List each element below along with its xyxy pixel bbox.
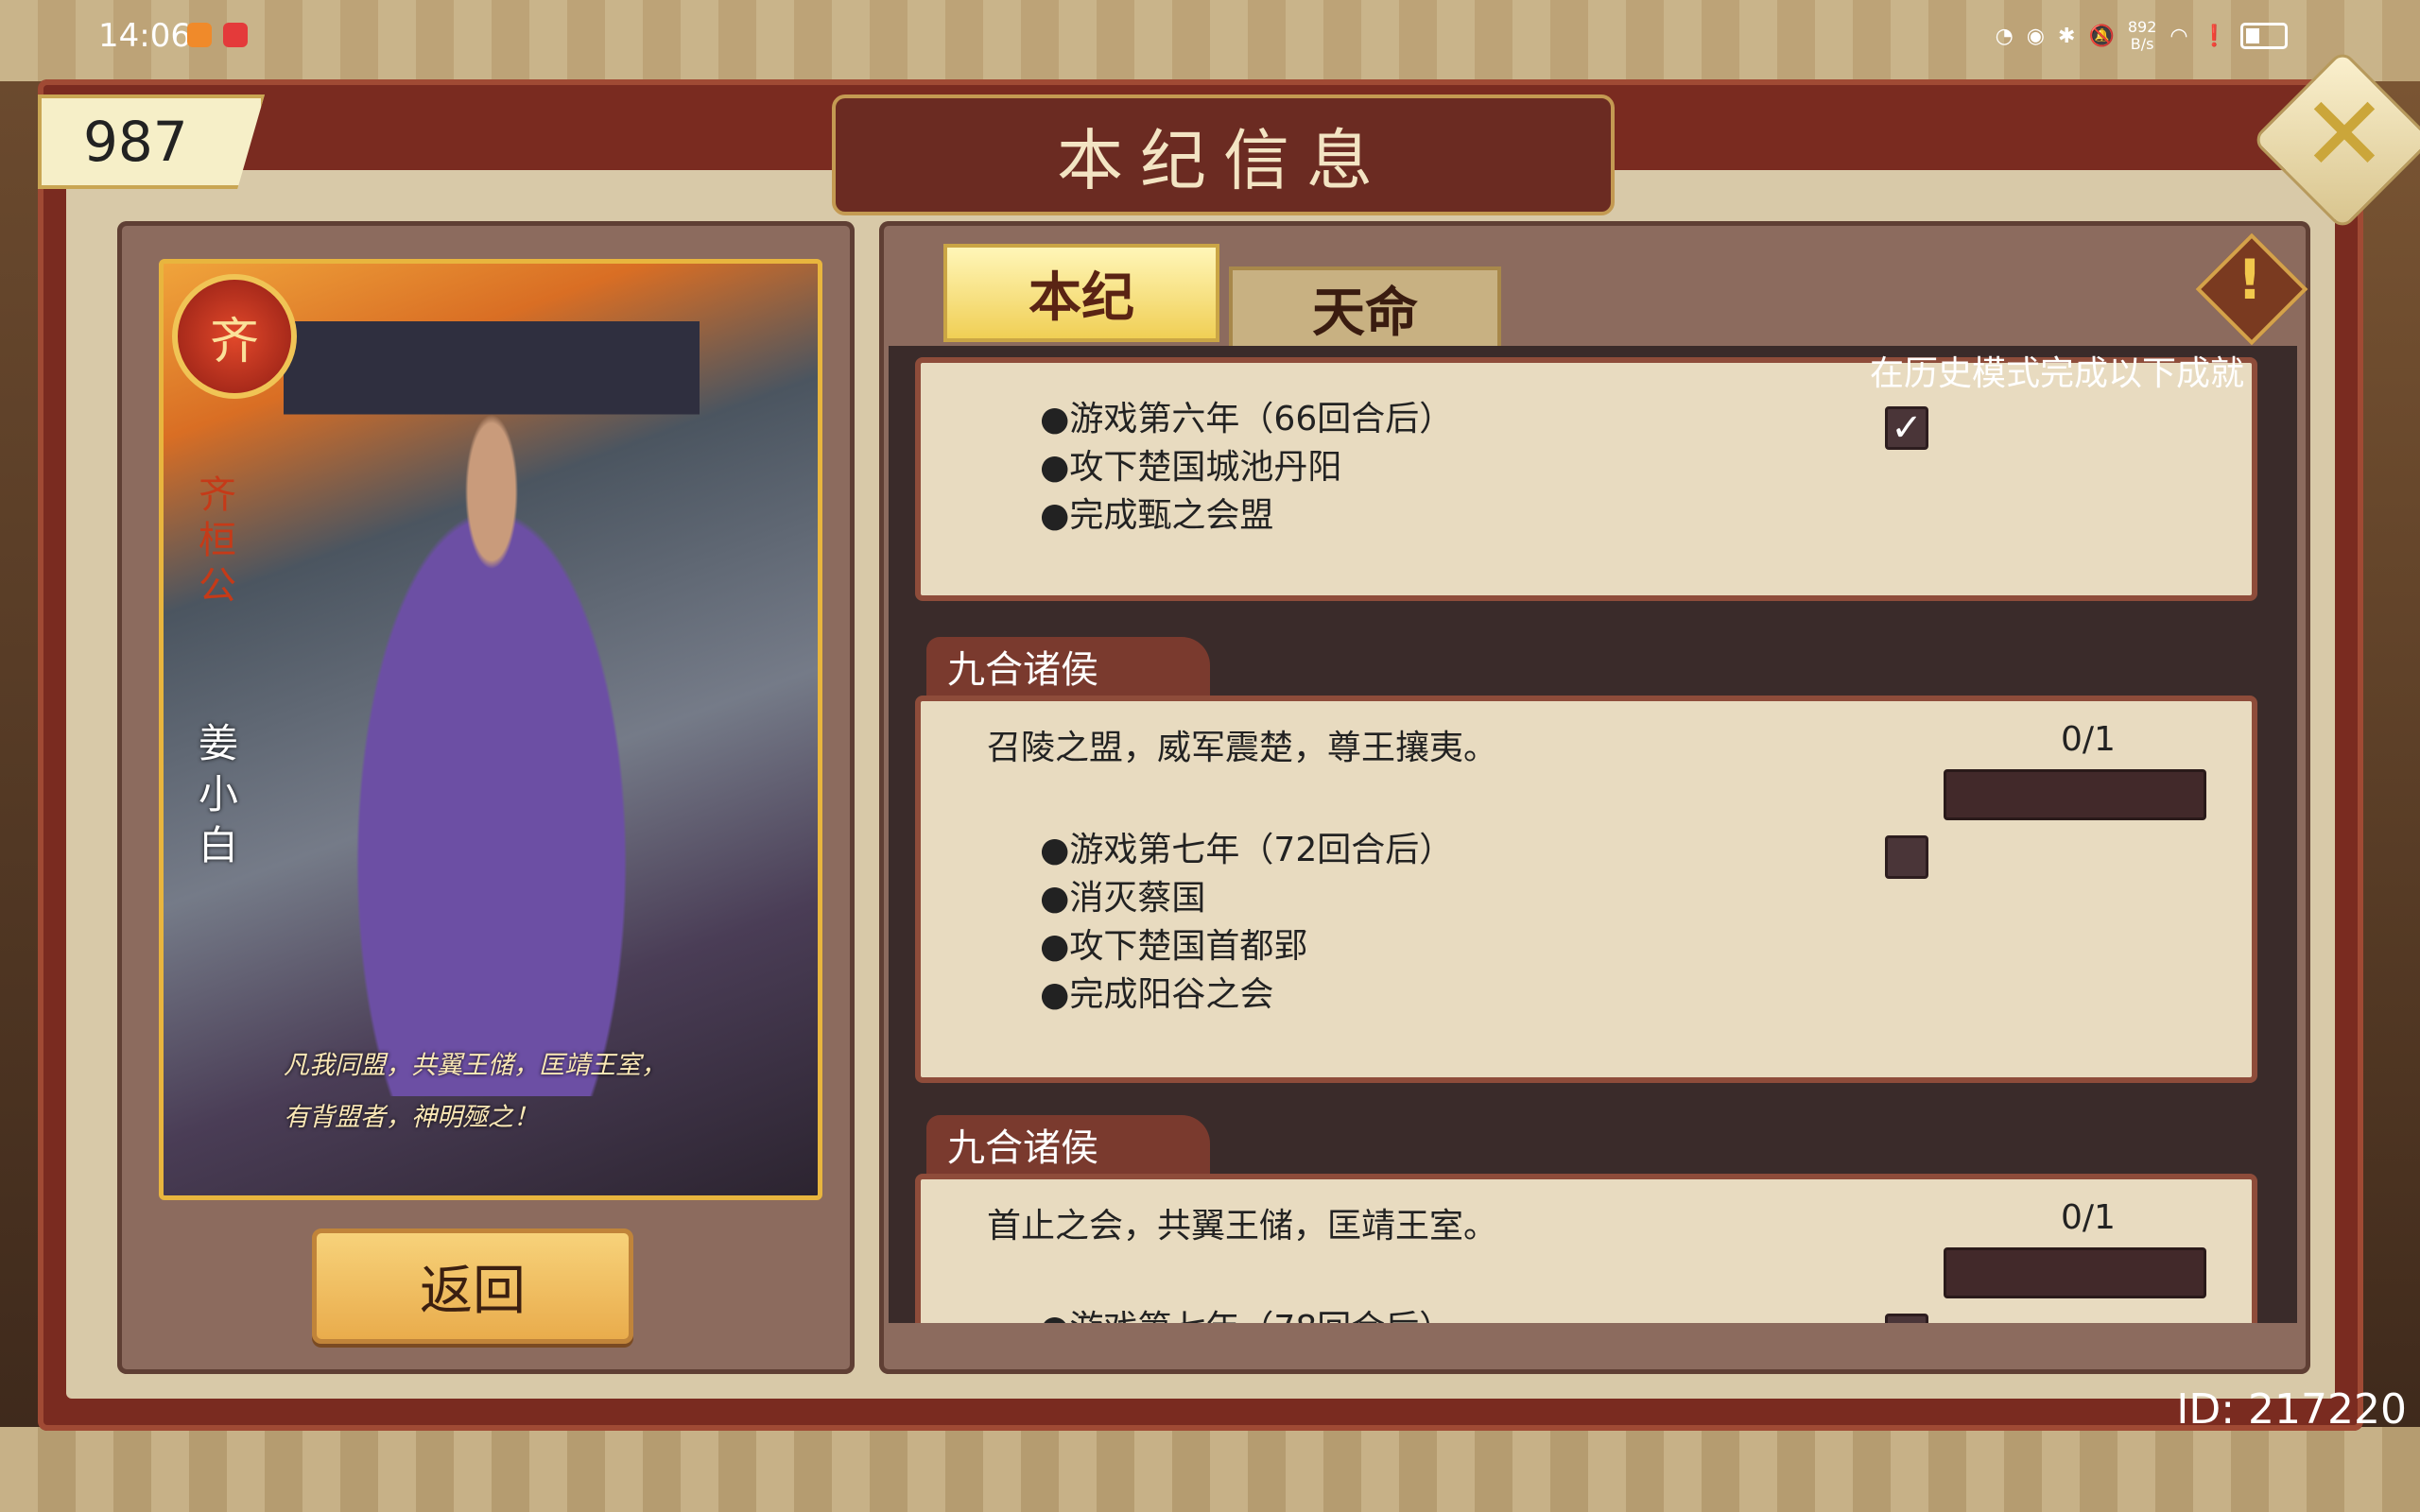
achievement-progress-bar — [1944, 1247, 2206, 1298]
condition-item: ●完成甄之会盟 — [1040, 496, 1274, 535]
general-name: 姜小白 — [199, 720, 239, 868]
achievement-checkbox[interactable] — [1885, 1314, 1928, 1323]
achievement-description: 召陵之盟，威军震楚，尊王攘夷。 — [987, 729, 1498, 767]
achievement-progress: 0/1 — [2061, 1198, 2116, 1237]
achievement-checkbox[interactable]: ✓ — [1885, 406, 1928, 450]
emblem-char: 齐 — [209, 313, 259, 370]
quote-line-2: 有背盟者，神明殛之！ — [284, 1103, 539, 1132]
achievement-progress: 0/1 — [2061, 720, 2116, 759]
tab-tianming[interactable]: 天命 — [1229, 266, 1501, 350]
general-portrait — [284, 321, 700, 1096]
net-speed: 892 B/s — [2128, 19, 2157, 53]
mute-icon: 🔕 — [2088, 24, 2115, 48]
bluetooth-icon: ✱ — [2058, 24, 2076, 48]
general-title: 齐桓公 — [199, 473, 236, 608]
bottom-backdrop — [0, 1427, 2420, 1512]
quote-line-1: 凡我同盟，共翼王储，匡靖王室， — [284, 1051, 666, 1080]
status-icons: ◔ ◉ ✱ 🔕 892 B/s ◠ ❗ — [1996, 19, 2288, 53]
achievement-list[interactable]: 在历史模式完成以下成就 ●游戏第六年（66回合后） ●攻下楚国城池丹阳 ●完成甄… — [889, 346, 2297, 1323]
condition-item: ●游戏第七年（78回合后） — [1040, 1304, 1453, 1323]
achievement-title: 九合诸侯 — [926, 637, 1210, 696]
condition-list: ●游戏第六年（66回合后） ●攻下楚国城池丹阳 ●完成甄之会盟 — [1040, 395, 1453, 540]
alert-icon: ❗ — [2201, 24, 2227, 48]
condition-list: ●游戏第七年（72回合后） ●消灭蔡国 ●攻下楚国首都郢 ●完成阳谷之会 — [1040, 826, 1453, 1019]
tab-benji[interactable]: 本纪 — [943, 244, 1219, 342]
close-icon: ✕ — [2300, 74, 2389, 195]
right-backdrop — [2354, 81, 2420, 1427]
achievement-title: 九合诸侯 — [926, 1115, 1210, 1174]
condition-item: ●消灭蔡国 — [1040, 879, 1206, 918]
general-quote: 凡我同盟，共翼王储，匡靖王室， 有背盟者，神明殛之！ — [284, 1040, 813, 1143]
score-scroll: 987 — [38, 94, 265, 189]
status-time: 14:06 — [98, 17, 191, 55]
title-banner: 本纪信息 — [832, 94, 1615, 215]
achievement-checkbox[interactable] — [1885, 835, 1928, 879]
net-speed-unit: B/s — [2130, 35, 2154, 53]
history-mode-note: 在历史模式完成以下成就 — [1870, 354, 2245, 393]
score-value: 987 — [83, 110, 188, 174]
player-id: ID: 217220 — [2176, 1385, 2407, 1434]
speed-icon: ◔ — [1995, 24, 2014, 48]
page-title: 本纪信息 — [1057, 121, 1390, 199]
back-button[interactable]: 返回 — [312, 1228, 633, 1344]
achievement-progress-bar — [1944, 769, 2206, 820]
notification-icon — [187, 23, 212, 47]
net-speed-value: 892 — [2127, 18, 2157, 36]
wifi-icon: ◠ — [2169, 24, 2188, 48]
condition-list: ●游戏第七年（78回合后） — [1040, 1304, 1453, 1323]
state-emblem: 齐 — [172, 274, 297, 399]
app-notification-icon — [223, 23, 248, 47]
condition-item: ●游戏第七年（72回合后） — [1040, 831, 1454, 869]
achievement-description: 首止之会，共翼王储，匡靖王室。 — [987, 1207, 1498, 1246]
condition-item: ●游戏第六年（66回合后） — [1040, 400, 1454, 438]
info-icon: ! — [2237, 248, 2263, 312]
battery-icon — [2240, 23, 2288, 49]
eye-icon: ◉ — [2026, 24, 2045, 48]
condition-item: ●完成阳谷之会 — [1040, 975, 1274, 1014]
condition-item: ●攻下楚国城池丹阳 — [1040, 448, 1342, 487]
condition-item: ●攻下楚国首都郢 — [1040, 927, 1308, 966]
